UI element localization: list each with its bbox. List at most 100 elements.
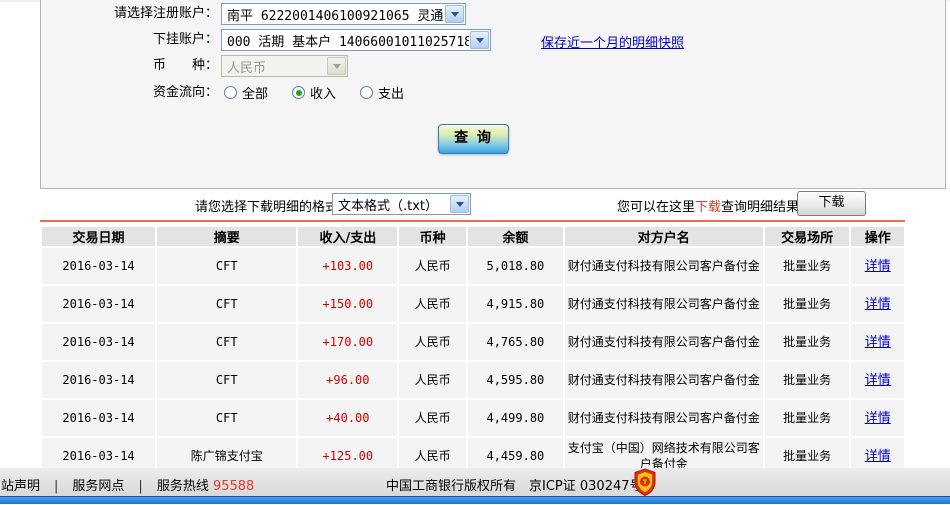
- detail-link[interactable]: 详情: [865, 373, 891, 388]
- chevron-down-icon: [450, 11, 459, 17]
- column-header: 余额: [467, 227, 563, 246]
- footer-bar: [0, 496, 950, 504]
- sub-account-value: 000 活期 基本户 1406600101102571848: [227, 34, 469, 50]
- detail-link[interactable]: 详情: [865, 411, 891, 426]
- flow-radio-group: 全部 收入 支出: [224, 83, 404, 102]
- cell-amount: +103.00: [298, 248, 398, 284]
- cell-balance: 4,499.80: [467, 400, 563, 436]
- footer-link-branches[interactable]: 服务网点: [72, 479, 124, 494]
- sub-account-row: 下挂账户： 000 活期 基本户 1406600101102571848 保存近…: [41, 29, 945, 53]
- table-row: 2016-03-14 CFT +40.00 人民币 4,499.80 财付通支付…: [42, 400, 904, 436]
- dropdown-button[interactable]: [445, 5, 464, 23]
- radio-button[interactable]: [292, 86, 306, 99]
- footer-divider: |: [138, 479, 143, 494]
- accent-divider: [40, 220, 905, 222]
- flow-row: 资金流向： 全部 收入 支出: [41, 82, 945, 106]
- cell-balance: 4,915.80: [467, 286, 563, 322]
- cell-counterparty: 财付通支付科技有限公司客户备付金: [564, 286, 763, 322]
- download-hint: 您可以在这里下载查询明细结果: [617, 196, 799, 215]
- cell-currency: 人民币: [399, 362, 466, 398]
- save-snapshot-link[interactable]: 保存近一个月的明细快照: [541, 32, 684, 51]
- cell-counterparty: 财付通支付科技有限公司客户备付金: [564, 248, 763, 284]
- cell-action: 详情: [851, 324, 904, 360]
- footer-link-statement[interactable]: 网站声明: [0, 479, 40, 494]
- register-account-label: 请选择注册账户：: [113, 6, 218, 21]
- flow-option-all[interactable]: 全部: [224, 83, 268, 102]
- column-header: 交易日期: [42, 227, 156, 246]
- flow-option-expense[interactable]: 支出: [360, 83, 404, 102]
- cell-summary: CFT: [157, 362, 297, 398]
- footer: 网站声明 | 服务网点 | 服务热线 95588 中国工商银行版权所有 京ICP证 03…: [0, 468, 950, 496]
- cell-place: 批量业务: [764, 400, 850, 436]
- detail-link[interactable]: 详情: [865, 259, 891, 274]
- download-hint-link[interactable]: 下载: [695, 200, 721, 215]
- currency-label: 币 种：: [152, 58, 218, 73]
- table-header-row: 交易日期 摘要 收入/支出 币种 余额 对方户名 交易场所 操作: [42, 227, 904, 246]
- cell-balance: 4,765.80: [467, 324, 563, 360]
- currency-select: 人民币: [221, 55, 348, 77]
- cell-action: 详情: [851, 400, 904, 436]
- column-header: 对方户名: [564, 227, 763, 246]
- radio-button[interactable]: [224, 86, 237, 99]
- currency-value: 人民币: [227, 60, 267, 76]
- cell-balance: 5,018.80: [467, 248, 563, 284]
- register-account-select[interactable]: 南平 6222001406100921065 灵通卡: [221, 3, 466, 25]
- radio-label: 支出: [378, 87, 405, 102]
- cell-place: 批量业务: [764, 324, 850, 360]
- cell-place: 批量业务: [764, 248, 850, 284]
- cell-counterparty: 财付通支付科技有限公司客户备付金: [564, 324, 763, 360]
- icbc-badge-icon: [634, 468, 656, 496]
- query-button[interactable]: 查 询: [438, 124, 509, 154]
- footer-copyright: 中国工商银行版权所有 京ICP证 030247号: [386, 479, 643, 494]
- transactions-body: 2016-03-14 CFT +103.00 人民币 5,018.80 财付通支…: [42, 248, 904, 474]
- radio-button[interactable]: [360, 86, 374, 99]
- cell-amount: +170.00: [298, 324, 398, 360]
- cell-counterparty: 财付通支付科技有限公司客户备付金: [564, 362, 763, 398]
- chevron-down-icon: [332, 63, 341, 69]
- detail-link[interactable]: 详情: [865, 449, 891, 464]
- sub-account-select[interactable]: 000 活期 基本户 1406600101102571848: [221, 29, 491, 51]
- download-format-select[interactable]: 文本格式（.txt）: [332, 193, 471, 215]
- cell-amount: +40.00: [298, 400, 398, 436]
- table-row: 2016-03-14 CFT +150.00 人民币 4,915.80 财付通支…: [42, 286, 904, 322]
- cell-action: 详情: [851, 286, 904, 322]
- table-row: 2016-03-14 CFT +170.00 人民币 4,765.80 财付通支…: [42, 324, 904, 360]
- cell-place: 批量业务: [764, 362, 850, 398]
- cell-summary: CFT: [157, 324, 297, 360]
- cell-currency: 人民币: [399, 286, 466, 322]
- sub-account-label: 下挂账户：: [152, 32, 218, 47]
- register-account-row: 请选择注册账户： 南平 6222001406100921065 灵通卡: [41, 3, 945, 27]
- cell-summary: CFT: [157, 286, 297, 322]
- download-format-label: 请您选择下载明细的格式: [195, 200, 339, 215]
- cell-summary: CFT: [157, 248, 297, 284]
- table-row: 2016-03-14 CFT +96.00 人民币 4,595.80 财付通支付…: [42, 362, 904, 398]
- transaction-query-page: 请选择注册账户： 南平 6222001406100921065 灵通卡 下挂账户…: [0, 0, 950, 505]
- footer-links: 网站声明 | 服务网点 | 服务热线 95588: [0, 475, 254, 494]
- column-header: 交易场所: [764, 227, 850, 246]
- cell-place: 批量业务: [764, 286, 850, 322]
- radio-label: 全部: [242, 87, 269, 102]
- cell-action: 详情: [851, 248, 904, 284]
- cell-summary: CFT: [157, 400, 297, 436]
- download-format-value: 文本格式（.txt）: [338, 198, 439, 214]
- flow-option-income[interactable]: 收入: [292, 83, 336, 102]
- cell-amount: +96.00: [298, 362, 398, 398]
- flow-label: 资金流向：: [152, 85, 218, 100]
- cell-transaction-date: 2016-03-14: [42, 324, 156, 360]
- chevron-down-icon: [455, 201, 464, 207]
- hotline-label: 服务热线: [156, 479, 213, 494]
- cell-amount: +150.00: [298, 286, 398, 322]
- download-button[interactable]: 下载: [797, 191, 866, 216]
- dropdown-button: [327, 57, 346, 75]
- chevron-down-icon: [475, 37, 484, 43]
- dropdown-button[interactable]: [470, 31, 489, 49]
- cell-currency: 人民币: [399, 400, 466, 436]
- cell-transaction-date: 2016-03-14: [42, 286, 156, 322]
- cell-counterparty: 财付通支付科技有限公司客户备付金: [564, 400, 763, 436]
- detail-link[interactable]: 详情: [865, 297, 891, 312]
- cell-currency: 人民币: [399, 248, 466, 284]
- register-account-value: 南平 6222001406100921065 灵通卡: [227, 8, 444, 24]
- detail-link[interactable]: 详情: [865, 335, 891, 350]
- table-row: 2016-03-14 CFT +103.00 人民币 5,018.80 财付通支…: [42, 248, 904, 284]
- dropdown-button[interactable]: [450, 195, 469, 213]
